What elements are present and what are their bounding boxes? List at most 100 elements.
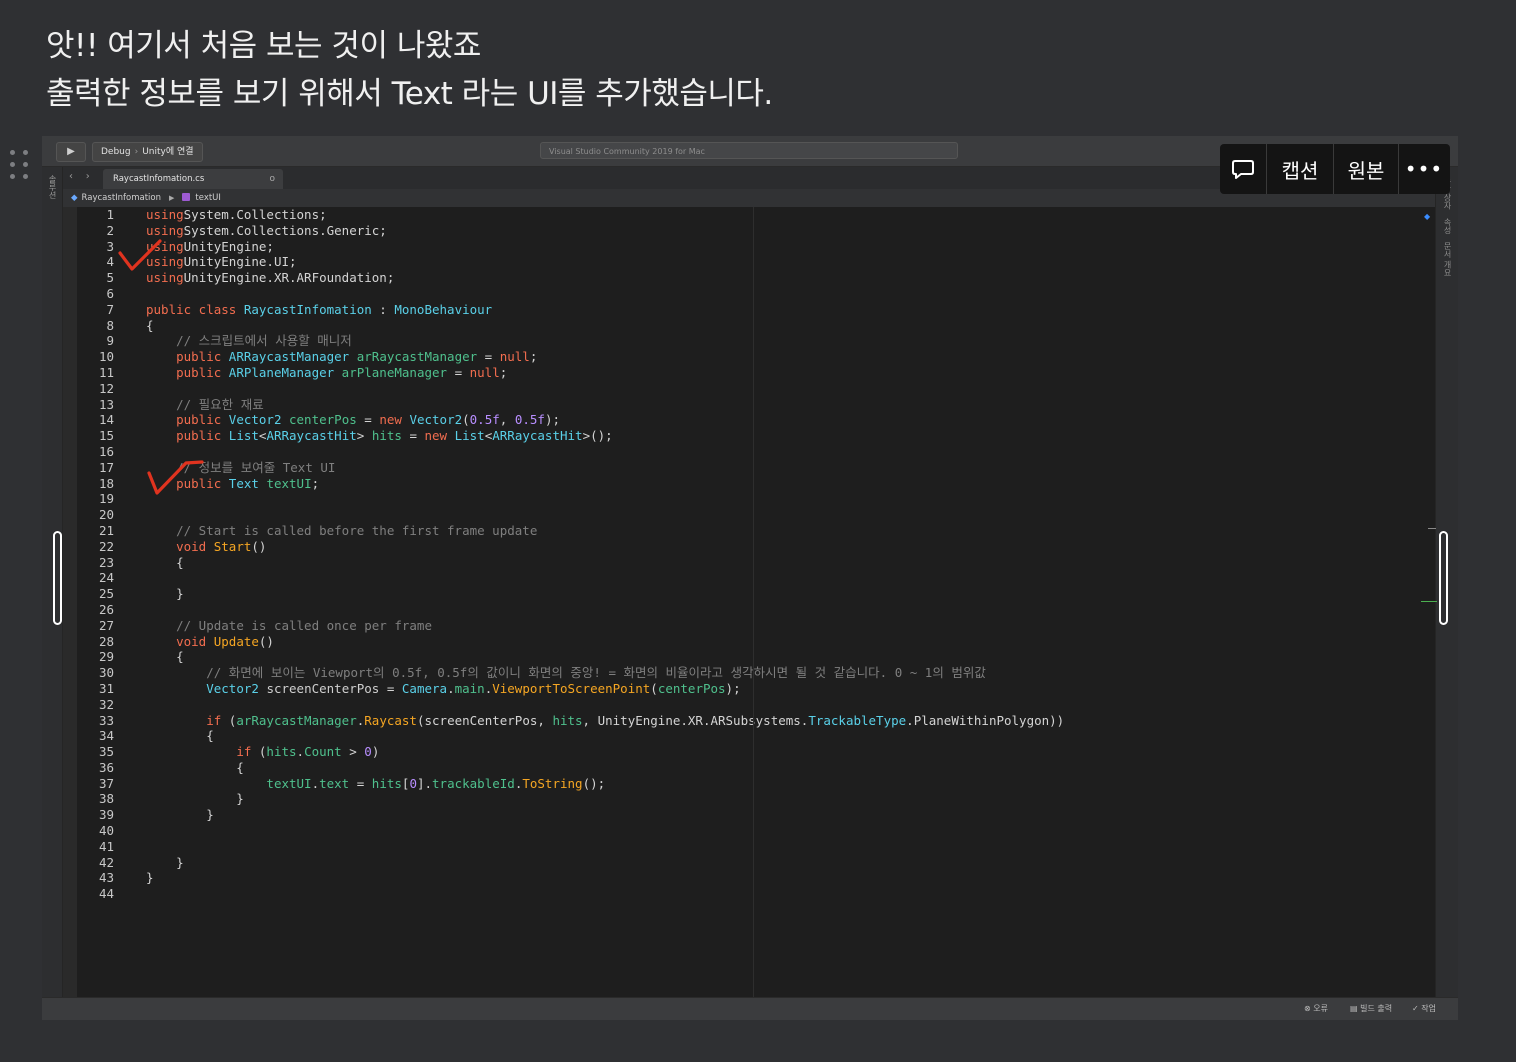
code-line[interactable]: 3 usingUnityEngine; <box>77 239 1435 255</box>
code-line[interactable]: 40 <box>77 823 1435 839</box>
build-output-button[interactable]: ▤ 빌드 출력 <box>1350 1003 1392 1014</box>
code-line[interactable]: 36 { <box>77 760 1435 776</box>
solution-pad-tab[interactable]: 솔루션 <box>47 175 58 199</box>
caption-button[interactable]: 캡션 <box>1267 144 1334 194</box>
errors-button[interactable]: ⊗ 오류 <box>1304 1003 1328 1014</box>
line-number: 11 <box>98 364 114 380</box>
line-number: 44 <box>98 886 114 902</box>
code-line[interactable]: 14 public Vector2 centerPos = new Vector… <box>77 412 1435 428</box>
code-line[interactable]: 4 usingUnityEngine.UI; <box>77 254 1435 270</box>
code-line[interactable]: 19 <box>77 491 1435 507</box>
code-line[interactable]: 10 public ARRaycastManager arRaycastMana… <box>77 349 1435 365</box>
code-token: public <box>176 364 229 380</box>
code-token: null <box>469 364 500 380</box>
code-line[interactable]: 28 void Update() <box>77 634 1435 650</box>
code-token: hits <box>552 712 583 728</box>
play-icon[interactable]: ▶ <box>56 142 86 162</box>
right-scroll-handle[interactable] <box>1439 531 1448 625</box>
code-line[interactable]: 15 public List<ARRaycastHit> hits = new … <box>77 428 1435 444</box>
code-line[interactable]: 18 public Text textUI; <box>77 476 1435 492</box>
code-line[interactable]: 31 Vector2 screenCenterPos = Camera.main… <box>77 681 1435 697</box>
tab-close-icon[interactable]: o <box>269 169 275 189</box>
nav-forward-icon[interactable]: › <box>86 171 90 182</box>
original-button[interactable]: 원본 <box>1334 144 1399 194</box>
code-text[interactable]: 1 usingSystem.Collections; 2 usingSystem.Co… <box>77 207 1435 902</box>
editor-ruler <box>753 207 754 997</box>
code-token: public class <box>146 301 244 317</box>
tasks-button[interactable]: ✓ 작업 <box>1412 1003 1436 1014</box>
code-line[interactable]: 29 { <box>77 649 1435 665</box>
code-line[interactable]: 44 <box>77 886 1435 902</box>
comment-button[interactable] <box>1220 144 1267 194</box>
code-token: = <box>447 364 470 380</box>
code-token: centerPos <box>657 680 726 696</box>
tab-raycastinformation[interactable]: RaycastInfomation.cs o <box>103 169 283 189</box>
line-number: 32 <box>98 696 114 712</box>
code-line[interactable]: 13 // 필요한 재료 <box>77 397 1435 413</box>
code-line[interactable]: 41 <box>77 839 1435 855</box>
code-line[interactable]: 43} <box>77 870 1435 886</box>
code-line[interactable]: 24 <box>77 570 1435 586</box>
code-token: ARPlaneManager <box>228 364 335 380</box>
more-options-icon[interactable]: ••• <box>1399 144 1449 194</box>
drag-handle-icon[interactable] <box>10 150 30 182</box>
run-config[interactable]: Debug › Unity에 연결 <box>92 142 203 162</box>
left-scroll-handle[interactable] <box>53 531 62 625</box>
code-line[interactable]: 39 } <box>77 807 1435 823</box>
code-line[interactable]: 26 <box>77 602 1435 618</box>
code-line[interactable]: 22 void Start() <box>77 539 1435 555</box>
code-token: >(); <box>582 428 613 444</box>
code-line[interactable]: 16 <box>77 444 1435 460</box>
code-line[interactable]: 35 if (hits.Count > 0) <box>77 744 1435 760</box>
line-number: 36 <box>98 759 114 775</box>
code-line[interactable]: 20 <box>77 507 1435 523</box>
code-token: centerPos <box>281 412 357 428</box>
line-number: 19 <box>98 491 114 507</box>
code-line[interactable]: 33 if (arRaycastManager.Raycast(screenCe… <box>77 713 1435 729</box>
line-number: 13 <box>98 396 114 412</box>
code-token: { <box>146 649 184 665</box>
code-line[interactable]: 8{ <box>77 318 1435 334</box>
code-line[interactable]: 23 { <box>77 555 1435 571</box>
code-line[interactable]: 5 usingUnityEngine.XR.ARFoundation; <box>77 270 1435 286</box>
breadcrumb-member[interactable]: textUI <box>195 193 221 203</box>
code-line[interactable]: 37 textUI.text = hits[0].trackableId.ToS… <box>77 776 1435 792</box>
heading-line-2: 출력한 정보를 보기 위해서 Text 라는 UI를 추가했습니다. <box>46 76 773 112</box>
code-line[interactable]: 12 <box>77 381 1435 397</box>
code-line[interactable]: 27 // Update is called once per frame <box>77 618 1435 634</box>
code-line[interactable]: 17 // 정보를 보여줄 Text UI <box>77 460 1435 476</box>
code-token: { <box>146 759 244 775</box>
code-token: System.Collections; <box>183 207 327 222</box>
heading-line-1: 앗!! 여기서 처음 보는 것이 나왔죠 <box>46 28 481 64</box>
code-line[interactable]: 9 // 스크립트에서 사용할 매니저 <box>77 333 1435 349</box>
code-token: . <box>311 775 320 791</box>
line-number: 25 <box>98 586 114 602</box>
code-line[interactable]: 42 } <box>77 855 1435 871</box>
code-line[interactable]: 25 } <box>77 586 1435 602</box>
code-editor[interactable]: 1 usingSystem.Collections; 2 usingSystem.Co… <box>77 207 1435 997</box>
code-line[interactable]: 11 public ARPlaneManager arPlaneManager … <box>77 365 1435 381</box>
code-token: ); <box>544 412 560 428</box>
code-line[interactable]: 32 <box>77 697 1435 713</box>
code-token: ; <box>499 364 508 380</box>
code-line[interactable]: 6 <box>77 286 1435 302</box>
ide-screenshot: ▶ Debug › Unity에 연결 Visual Studio Communit… <box>42 136 1458 1020</box>
code-line[interactable]: 38 } <box>77 791 1435 807</box>
change-marker <box>1421 601 1437 602</box>
code-line[interactable]: 2 usingSystem.Collections.Generic; <box>77 223 1435 239</box>
document-outline-pad-tab[interactable]: 문서 개요 <box>1442 242 1453 277</box>
breadcrumb-class[interactable]: RaycastInfomation <box>82 193 161 203</box>
code-line[interactable]: 7 public class RaycastInfomation : MonoBe… <box>77 302 1435 318</box>
code-token: } <box>146 586 184 602</box>
code-line[interactable]: 34 { <box>77 728 1435 744</box>
code-line[interactable]: 21 // Start is called before the first f… <box>77 523 1435 539</box>
code-line[interactable]: 1 usingSystem.Collections; <box>77 207 1435 223</box>
nav-back-icon[interactable]: ‹ <box>69 171 73 182</box>
line-number: 43 <box>98 870 114 886</box>
code-line[interactable]: 30 // 화면에 보이는 Viewport의 0.5f, 0.5f의 값이니 … <box>77 665 1435 681</box>
properties-pad-tab[interactable]: 속성 <box>1442 218 1453 234</box>
code-token: System.Collections.Generic; <box>183 222 387 238</box>
